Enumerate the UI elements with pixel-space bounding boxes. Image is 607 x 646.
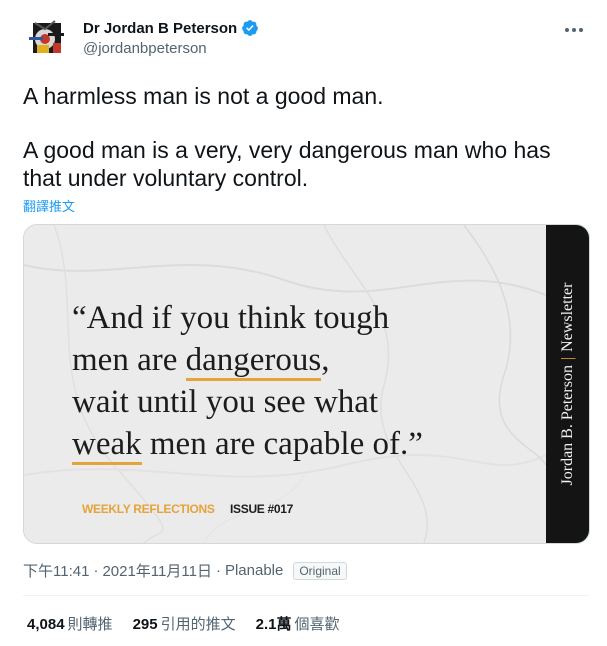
- quote-tweets-count: 295: [132, 616, 158, 633]
- quote-line: wait until you see what: [72, 384, 379, 420]
- tweet-text: A harmless man is not a good man. A good…: [23, 82, 583, 192]
- tweet-stats: 4,084 則轉推 295 引用的推文 2.1萬 個喜歡: [27, 613, 339, 634]
- quote-tweets-stat[interactable]: 295 引用的推文: [133, 613, 236, 634]
- media-quote: “And if you think tough men are dangerou…: [72, 297, 542, 465]
- author-handle[interactable]: @jordanbpeterson: [83, 40, 207, 57]
- quote-tweets-label: 引用的推文: [160, 616, 236, 633]
- quote-line: “And if you think tough: [72, 300, 390, 336]
- tweet-paragraph: A harmless man is not a good man.: [23, 83, 384, 109]
- original-badge: Original: [293, 561, 347, 580]
- quote-line: men are dangerous,: [72, 339, 542, 381]
- retweets-label: 則轉推: [67, 616, 113, 633]
- tweet-time[interactable]: 下午11:41: [23, 560, 89, 581]
- newsletter-title: Jordan B. Peterson: [558, 365, 576, 486]
- issue-number-label: ISSUE #017: [230, 502, 294, 516]
- avatar[interactable]: [23, 15, 71, 63]
- media-image[interactable]: “And if you think tough men are dangerou…: [23, 224, 590, 544]
- quote-text: ,: [321, 342, 330, 378]
- tweet-card: Dr Jordan B Peterson @jordanbpeterson A …: [0, 0, 607, 646]
- retweets-count: 4,084: [27, 616, 65, 633]
- retweets-stat[interactable]: 4,084 則轉推: [27, 613, 113, 634]
- quote-line: weak men are capable of.”: [72, 423, 542, 465]
- quote-text: men are: [72, 342, 186, 378]
- more-options-icon[interactable]: [563, 20, 585, 40]
- author-display-name[interactable]: Dr Jordan B Peterson: [83, 20, 237, 37]
- tweet-paragraph: A good man is a very, very dangerous man…: [23, 137, 551, 191]
- quote-text: men are capable of.”: [141, 426, 423, 462]
- tweet-meta: 下午11:41 · 2021年11月11日 · Planable Origina…: [23, 560, 347, 581]
- meta-separator: ·: [215, 562, 221, 579]
- newsletter-subtitle: Newsletter: [558, 282, 576, 352]
- likes-stat[interactable]: 2.1萬 個喜歡: [256, 613, 340, 634]
- meta-separator: ·: [93, 562, 99, 579]
- divider: [23, 595, 589, 596]
- likes-label: 個喜歡: [294, 616, 340, 633]
- likes-count: 2.1萬: [255, 616, 292, 633]
- newsletter-side-banner: Jordan B. Peterson | Newsletter: [546, 225, 589, 543]
- newsletter-side-text: Jordan B. Peterson | Newsletter: [559, 283, 577, 486]
- newsletter-separator: |: [558, 356, 576, 361]
- avatar-logo: [23, 15, 71, 63]
- verified-badge-icon: [242, 20, 259, 36]
- weekly-reflections-label: WEEKLY REFLECTIONS: [82, 502, 215, 516]
- translate-tweet-link[interactable]: 翻譯推文: [23, 196, 75, 215]
- underlined-word: dangerous: [185, 342, 322, 381]
- tweet-date[interactable]: 2021年11月11日: [102, 560, 212, 581]
- author-name-row: Dr Jordan B Peterson: [83, 19, 259, 37]
- underlined-word: weak: [72, 426, 142, 465]
- tweet-source[interactable]: Planable: [225, 562, 283, 579]
